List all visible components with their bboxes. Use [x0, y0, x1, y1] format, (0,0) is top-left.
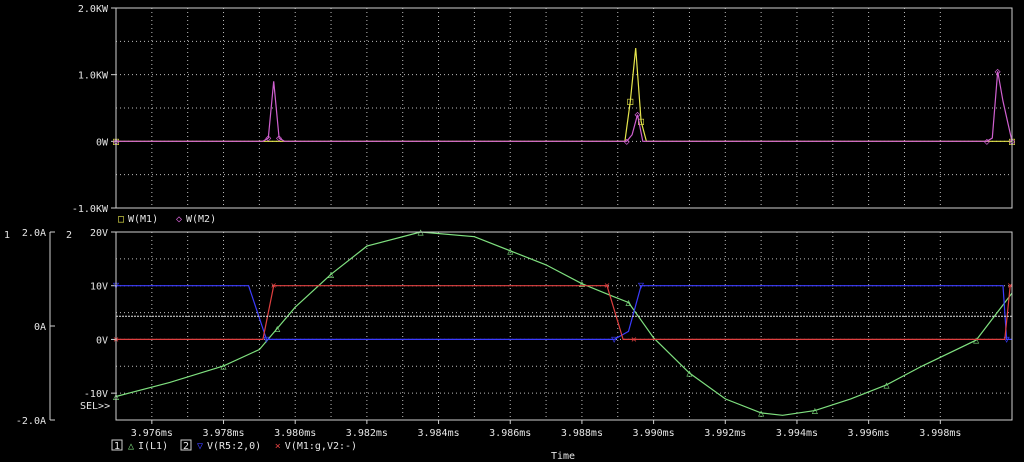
series-point-marker: △	[625, 298, 631, 309]
legend-entry: V(R5:2,0)	[207, 441, 261, 452]
current-tick-label: -2.0A	[16, 416, 46, 427]
x-tick-label: 3.998ms	[919, 428, 961, 439]
x-tick-label: 3.984ms	[417, 428, 459, 439]
legend-marker: □	[118, 214, 124, 225]
y-tick-label: 1.0KW	[78, 71, 109, 82]
current-tick-label: 0A	[34, 322, 46, 333]
x-tick-label: 3.982ms	[346, 428, 388, 439]
series-point-marker: △	[221, 361, 227, 372]
series-point-marker: ▽	[611, 334, 617, 345]
series-point-marker: ▽	[638, 281, 644, 292]
legend-entry: V(M1:g,V2:-)	[285, 441, 357, 452]
legend-entry: W(M1)	[128, 214, 158, 225]
signal-plot-legend[interactable]: 1 △ I(L1) 2 ▽ V(R5:2,0) × V(M1:g,V2:-)	[111, 439, 357, 452]
series-point-marker: ×	[271, 281, 277, 292]
legend-entry: I(L1)	[138, 441, 168, 452]
series-point-marker: △	[686, 368, 692, 379]
series-point-marker: ▽	[264, 334, 270, 345]
x-tick-label: 3.994ms	[776, 428, 818, 439]
current-tick-label: 2.0A	[22, 228, 46, 239]
series-point-marker: △	[507, 246, 513, 257]
legend-marker: △	[128, 441, 134, 452]
series-point-marker: ◇	[276, 133, 282, 144]
y-tick-label: -10V	[84, 389, 108, 400]
y-tick-label: 0V	[96, 335, 108, 346]
y-tick-label: 20V	[90, 228, 108, 239]
probe-plot-window[interactable]: 2.0KW1.0KW0W-1.0KW □□□□◇ ◇ ◇ ◇◇◇◇◇ □ W(M1) ◇ W…	[0, 0, 1024, 462]
series-point-marker: △	[328, 269, 334, 280]
legend-axis-number: 1	[114, 441, 120, 452]
legend-axis-number: 2	[183, 441, 189, 452]
series-point-marker: ◇	[634, 110, 640, 121]
series-point-marker: ×	[631, 334, 637, 345]
legend-marker: ×	[275, 441, 281, 452]
x-tick-label: 3.996ms	[848, 428, 890, 439]
x-tick-label: 3.976ms	[131, 428, 173, 439]
voltage-axis-number: 2	[66, 230, 72, 241]
time-axis-label: Time	[551, 451, 575, 462]
y-tick-label: 10V	[90, 282, 108, 293]
x-tick-label: 3.986ms	[489, 428, 531, 439]
legend-marker: ▽	[197, 441, 203, 452]
x-tick-label: 3.990ms	[633, 428, 675, 439]
x-tick-label: 3.988ms	[561, 428, 603, 439]
y-tick-label: 2.0KW	[78, 4, 109, 15]
legend-entry: W(M2)	[186, 214, 216, 225]
series-point-marker: ◇	[265, 133, 271, 144]
series-point-marker: △	[973, 335, 979, 346]
series-point-marker: ◇	[624, 136, 630, 147]
series-point-marker: ◇	[984, 136, 990, 147]
series-point-marker: △	[274, 323, 280, 334]
y-tick-label: -1.0KW	[72, 204, 109, 215]
x-tick-label: 3.992ms	[704, 428, 746, 439]
current-axis-number: 1	[4, 230, 10, 241]
series-point-marker: △	[812, 406, 818, 417]
series-point-marker: △	[758, 408, 764, 419]
series-point-marker: ×	[604, 281, 610, 292]
series-point-marker: ◇	[995, 66, 1001, 77]
sel-marker[interactable]: SEL>>	[80, 401, 110, 412]
series-point-marker: △	[884, 380, 890, 391]
y-tick-label: 0W	[96, 137, 109, 148]
series-point-marker: △	[579, 279, 585, 290]
x-tick-label: 3.978ms	[202, 428, 244, 439]
legend-marker: ◇	[176, 214, 182, 225]
x-tick-label: 3.980ms	[274, 428, 316, 439]
series-point-marker: □	[627, 96, 633, 107]
